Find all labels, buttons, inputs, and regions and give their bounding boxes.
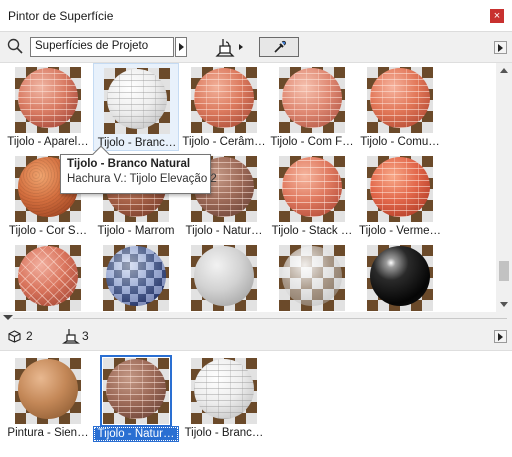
material-preview [367, 156, 433, 222]
stats-expand-button[interactable] [494, 330, 507, 343]
project-stats-bar: 2 3 [0, 322, 512, 350]
scroll-up-icon[interactable] [500, 68, 508, 73]
library-tile[interactable] [357, 241, 443, 312]
search-dropdown-button[interactable] [175, 37, 187, 57]
tile-label: Tijolo - Marrom [97, 225, 175, 237]
tile-label: Tijolo - Stack … [271, 225, 353, 237]
material-preview [104, 68, 170, 134]
material-sphere [370, 68, 430, 128]
material-sphere [282, 246, 342, 306]
project-surface-tile[interactable]: Tijolo - Natur… [93, 354, 179, 442]
close-button[interactable]: × [490, 9, 504, 23]
toolbar-expand-button[interactable] [494, 41, 507, 54]
eyedropper-icon [274, 40, 286, 53]
scroll-down-icon[interactable] [500, 302, 508, 307]
library-tile[interactable] [5, 241, 91, 312]
material-sphere [194, 359, 254, 419]
material-sphere [18, 246, 78, 306]
material-preview [191, 358, 257, 424]
library-tile[interactable] [93, 241, 179, 312]
paint-dropdown-arrow-icon[interactable] [239, 44, 243, 50]
tile-label: Tijolo - Natur… [185, 225, 263, 237]
material-preview [279, 245, 345, 311]
material-preview [367, 245, 433, 311]
material-preview [367, 67, 433, 133]
material-preview [15, 67, 81, 133]
library-tile[interactable]: Tijolo - Branc… [93, 63, 179, 151]
library-tile[interactable] [269, 241, 355, 312]
toolbar: Superfícies de Projeto [0, 32, 512, 62]
paint-bucket-icon[interactable] [214, 36, 236, 58]
material-sphere [18, 359, 78, 419]
material-preview [279, 67, 345, 133]
search-input[interactable]: Superfícies de Projeto [30, 37, 174, 57]
library-tile[interactable]: Tijolo - Com F… [269, 63, 355, 151]
tile-label: Tijolo - Aparel… [7, 136, 89, 148]
search-icon[interactable] [7, 38, 23, 54]
material-preview [15, 358, 81, 424]
tile-label: Tijolo - Verme… [358, 225, 441, 237]
scrollbar-thumb[interactable] [499, 261, 509, 281]
surface-count: 2 [26, 329, 33, 343]
tile-label: Tijolo - Cor S… [8, 225, 88, 237]
tile-label: Tijolo - Com F… [270, 136, 354, 148]
panel-splitter[interactable] [0, 312, 512, 322]
library-tile[interactable]: Tijolo - Cerâm… [181, 63, 267, 151]
material-sphere [18, 68, 78, 128]
material-preview [191, 245, 257, 311]
material-preview [100, 355, 172, 427]
project-surfaces-panel: Pintura - Sien… Tijolo - Natur… Tijolo - B… [0, 350, 512, 457]
library-scrollbar[interactable] [496, 63, 512, 312]
material-preview [15, 245, 81, 311]
tile-label: Tijolo - Cerâm… [182, 136, 266, 148]
tooltip-subtitle: Hachura V.: Tijolo Elevação 2 [67, 173, 217, 185]
material-sphere [370, 246, 430, 306]
tooltip-title: Tijolo - Branco Natural [67, 158, 191, 170]
library-tile[interactable]: Tijolo - Comu… [357, 63, 443, 151]
material-sphere [106, 359, 166, 419]
tile-label: Tijolo - Natur… [93, 426, 179, 442]
material-sphere [194, 68, 254, 128]
title-bar: Pintor de Superfície × [0, 0, 512, 32]
material-sphere [370, 157, 430, 217]
material-preview [191, 67, 257, 133]
project-surface-tile[interactable]: Pintura - Sien… [5, 354, 91, 442]
library-tile[interactable]: Tijolo - Verme… [357, 152, 443, 240]
window-title: Pintor de Superfície [8, 9, 114, 23]
material-sphere [282, 68, 342, 128]
material-sphere [282, 157, 342, 217]
material-sphere [107, 69, 167, 129]
tile-label: Tijolo - Comu… [360, 136, 440, 148]
library-tile[interactable]: Tijolo - Stack … [269, 152, 355, 240]
surface-cube-icon [8, 329, 21, 343]
collapse-triangle-icon[interactable] [3, 315, 13, 320]
library-tile[interactable]: Tijolo - Aparel… [5, 63, 91, 151]
tile-label: Tijolo - Branc… [97, 137, 177, 149]
tile-label: Tijolo - Branc… [184, 427, 264, 439]
library-tile[interactable] [181, 241, 267, 312]
material-sphere [194, 246, 254, 306]
project-surface-tile[interactable]: Tijolo - Branc… [181, 354, 267, 442]
material-preview [279, 156, 345, 222]
paint-bucket-small-icon [62, 329, 80, 344]
material-sphere [106, 246, 166, 306]
tile-tooltip: Tijolo - Branco Natural Hachura V.: Tijo… [60, 145, 217, 194]
paint-count: 3 [82, 329, 89, 343]
material-preview [103, 245, 169, 311]
tile-label: Pintura - Sien… [7, 427, 89, 439]
eyedropper-button[interactable] [259, 37, 299, 57]
